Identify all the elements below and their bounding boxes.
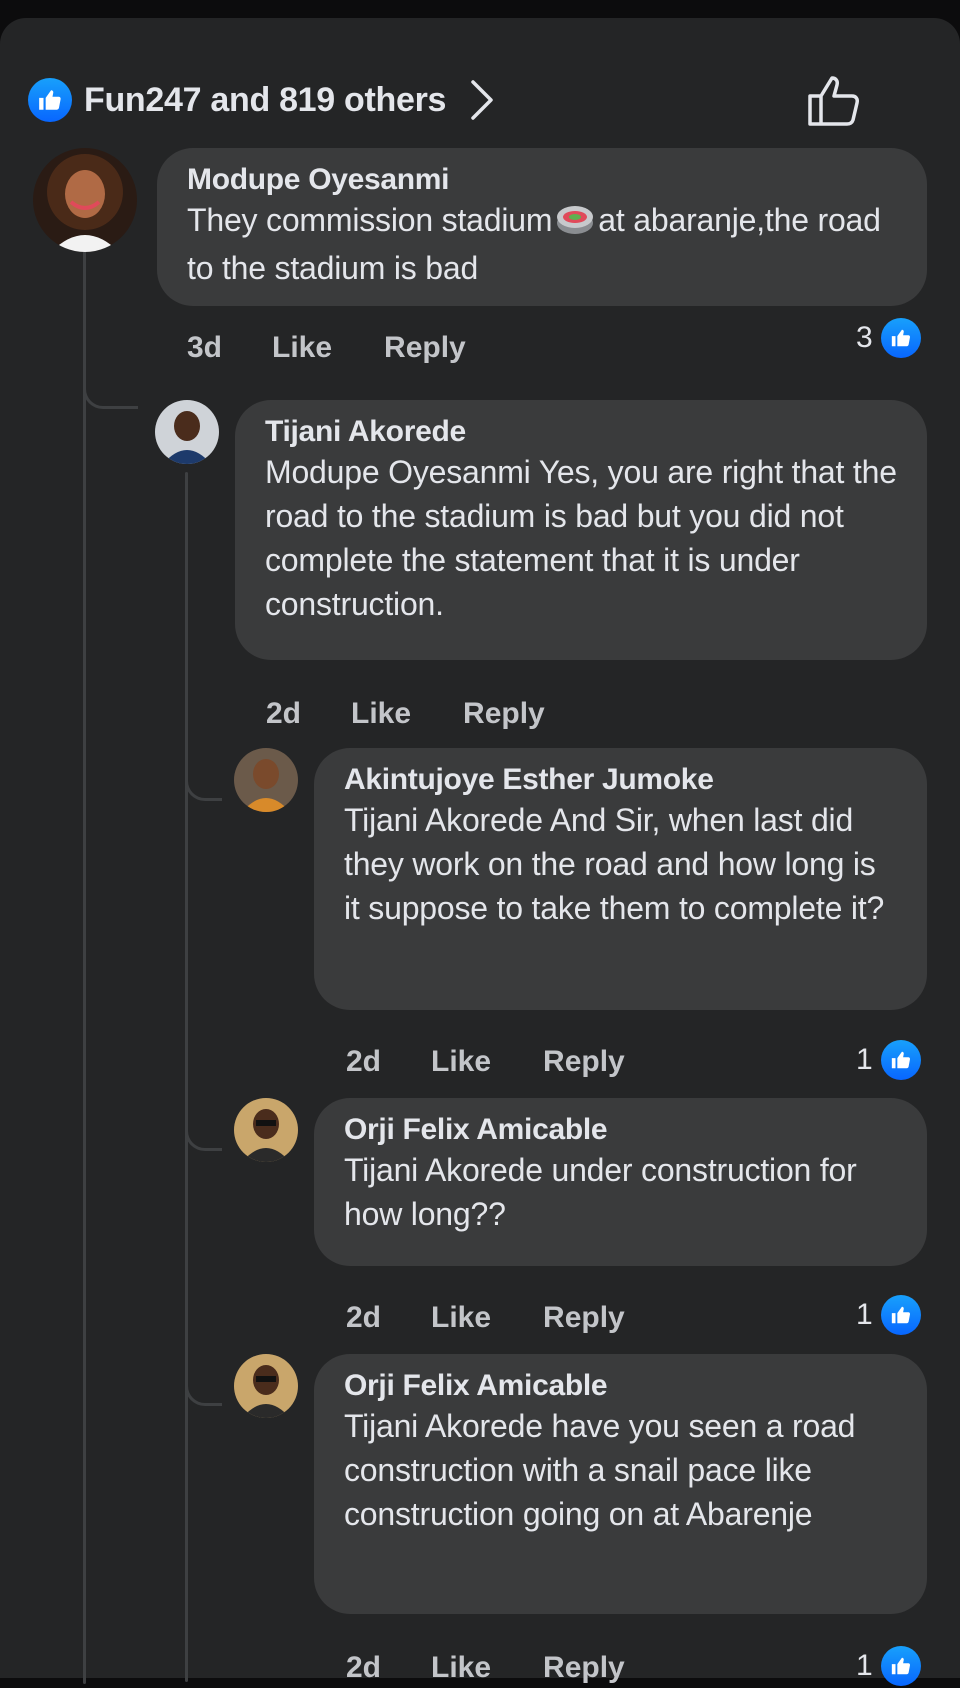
like-button[interactable]: Like — [272, 331, 332, 365]
comment-actions: 2d Like Reply — [266, 694, 597, 734]
reply-button[interactable]: Reply — [463, 697, 545, 731]
comment-time: 2d — [346, 1651, 382, 1684]
like-icon — [880, 318, 921, 358]
comment-author[interactable]: Akintujoye Esther Jumoke — [344, 762, 897, 798]
reply-button[interactable]: Reply — [543, 1651, 625, 1685]
comment-text: Tijani Akorede have you seen a road cons… — [344, 1408, 856, 1532]
chevron-right-icon[interactable] — [468, 76, 508, 124]
like-icon — [28, 78, 72, 122]
reply-button[interactable]: Reply — [543, 1045, 625, 1079]
comment-bubble: Tijani Akorede Modupe Oyesanmi Yes, you … — [235, 400, 927, 660]
comment-actions: 2d Like Reply — [346, 1648, 677, 1688]
reaction-summary-text: Fun247 and 819 others — [84, 80, 447, 119]
comment-time: 2d — [346, 1301, 382, 1334]
like-icon — [880, 1646, 921, 1686]
reaction-count-number: 1 — [856, 1649, 873, 1682]
reaction-count-number: 3 — [856, 321, 873, 354]
comment-text: Tijani Akorede under construction for ho… — [344, 1152, 857, 1232]
thread-connector — [185, 1118, 222, 1151]
reaction-count-number: 1 — [856, 1043, 873, 1076]
thread-connector — [185, 1373, 222, 1406]
comment-time: 3d — [187, 331, 223, 364]
reaction-summary[interactable]: Fun247 and 819 others — [28, 76, 508, 124]
comment-bubble: Akintujoye Esther Jumoke Tijani Akorede … — [314, 748, 927, 1010]
like-button[interactable]: Like — [431, 1651, 491, 1685]
comment-actions: 2d Like Reply — [346, 1298, 677, 1338]
stadium-emoji-icon — [556, 201, 594, 246]
reaction-count[interactable]: 3 — [856, 316, 921, 360]
reaction-count[interactable]: 1 — [856, 1293, 921, 1337]
reply-button[interactable]: Reply — [543, 1301, 625, 1335]
comments-sheet: Fun247 and 819 others Modupe Oyesanmi Th… — [0, 18, 960, 1686]
reaction-count-number: 1 — [856, 1298, 873, 1331]
thumbs-up-outline-icon[interactable] — [804, 70, 864, 130]
comment-time: 2d — [346, 1045, 382, 1078]
comment-text: Tijani Akorede And Sir, when last did th… — [344, 802, 885, 926]
comment-author[interactable]: Orji Felix Amicable — [344, 1368, 897, 1404]
like-icon — [880, 1040, 921, 1080]
avatar[interactable] — [33, 148, 137, 252]
comment-text-part: They commission stadium — [187, 202, 553, 238]
comment-text: Modupe Oyesanmi Yes, you are right that … — [265, 454, 897, 622]
comment-author[interactable]: Orji Felix Amicable — [344, 1112, 897, 1148]
avatar[interactable] — [155, 400, 219, 464]
comment-actions: 3d Like Reply — [187, 328, 518, 368]
comment-bubble: Orji Felix Amicable Tijani Akorede have … — [314, 1354, 927, 1614]
thread-line — [83, 244, 86, 1684]
comment-actions: 2d Like Reply — [346, 1042, 677, 1082]
comment-author[interactable]: Modupe Oyesanmi — [187, 162, 897, 198]
thread-line — [185, 472, 188, 1682]
thread-connector — [83, 376, 138, 409]
avatar[interactable] — [234, 748, 298, 812]
like-button[interactable]: Like — [431, 1301, 491, 1335]
comment-bubble: Modupe Oyesanmi They commission stadium a… — [157, 148, 927, 306]
comment-time: 2d — [266, 697, 302, 730]
thread-connector — [185, 768, 222, 801]
avatar[interactable] — [234, 1354, 298, 1418]
like-icon — [880, 1295, 921, 1335]
comment-text: They commission stadium at abaranje,the r… — [187, 198, 897, 290]
like-button[interactable]: Like — [431, 1045, 491, 1079]
comment-author[interactable]: Tijani Akorede — [265, 414, 897, 450]
like-button[interactable]: Like — [351, 697, 411, 731]
reaction-count[interactable]: 1 — [856, 1038, 921, 1082]
reaction-count[interactable]: 1 — [856, 1644, 921, 1688]
avatar[interactable] — [234, 1098, 298, 1162]
comment-bubble: Orji Felix Amicable Tijani Akorede under… — [314, 1098, 927, 1266]
reply-button[interactable]: Reply — [384, 331, 466, 365]
